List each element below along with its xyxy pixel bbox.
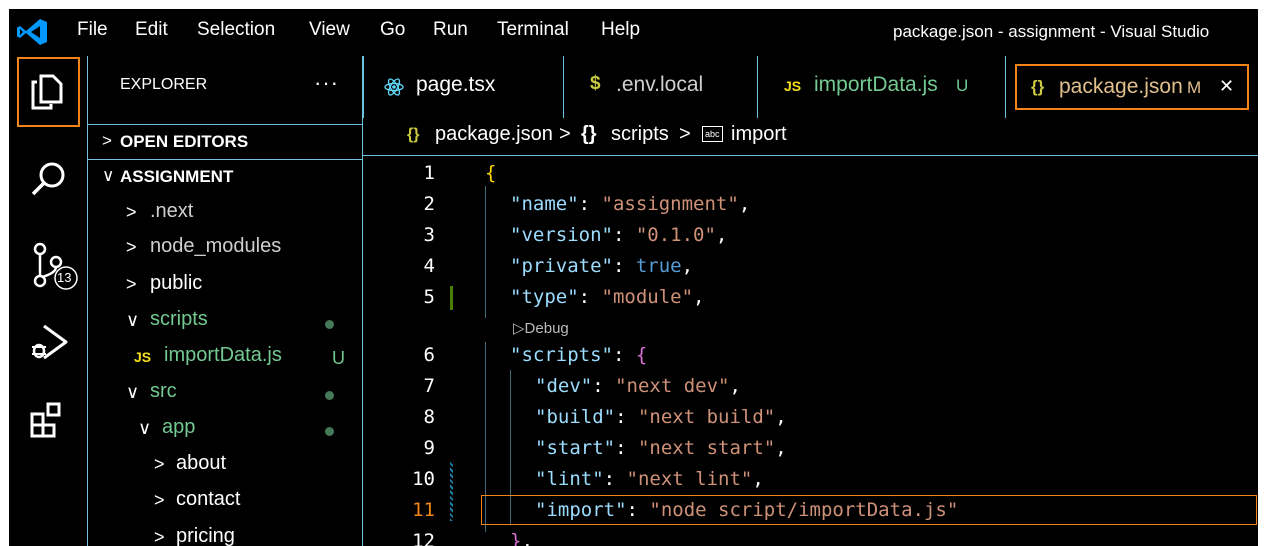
menu-edit[interactable]: Edit bbox=[135, 19, 168, 41]
code-line-7: "dev": "next dev", bbox=[535, 375, 741, 397]
code-editor[interactable]: 1 2 3 4 5 6 7 8 9 10 11 12 { "name": "as… bbox=[363, 156, 1258, 546]
line-number: 10 bbox=[412, 468, 435, 490]
tab-env-local[interactable]: $ .env.local bbox=[564, 56, 758, 118]
activity-bar: 13 bbox=[9, 56, 88, 546]
chevron-right-icon: > bbox=[154, 490, 165, 510]
open-editors-label: OPEN EDITORS bbox=[120, 132, 249, 151]
activity-search[interactable] bbox=[9, 148, 87, 208]
line-number: 12 bbox=[412, 530, 435, 546]
menu-view[interactable]: View bbox=[309, 19, 350, 41]
untracked-badge: U bbox=[956, 76, 969, 95]
git-modified-gutter bbox=[450, 286, 453, 310]
breadcrumb-import[interactable]: import bbox=[731, 123, 787, 146]
json-braces-icon: {} bbox=[1031, 77, 1045, 96]
folder-label: ASSIGNMENT bbox=[120, 167, 234, 186]
json-braces-icon: {} bbox=[407, 126, 420, 143]
react-icon bbox=[384, 78, 404, 96]
menu-help[interactable]: Help bbox=[601, 19, 640, 41]
activity-source-control[interactable]: 13 bbox=[9, 228, 87, 290]
js-file-icon: JS bbox=[134, 349, 152, 365]
line-number: 1 bbox=[423, 162, 435, 184]
code-line-10: "lint": "next lint", bbox=[535, 468, 764, 490]
code-line-1: { bbox=[485, 162, 497, 184]
line-number: 7 bbox=[423, 375, 435, 397]
line-number-active: 11 bbox=[412, 499, 435, 521]
source-control-icon bbox=[33, 242, 78, 290]
indent-guide bbox=[485, 186, 486, 318]
play-icon: ▷ bbox=[513, 320, 525, 337]
modified-dot-icon bbox=[325, 320, 334, 329]
modified-badge: M bbox=[1187, 78, 1202, 97]
explorer-sidebar: EXPLORER ··· > OPEN EDITORS ∨ ASSIGNMENT… bbox=[88, 56, 363, 546]
chevron-right-icon: > bbox=[126, 274, 137, 294]
extensions-icon bbox=[30, 402, 61, 438]
line-number: 8 bbox=[423, 406, 435, 428]
line-number: 4 bbox=[423, 255, 435, 277]
line-number: 6 bbox=[423, 344, 435, 366]
menu-file[interactable]: File bbox=[77, 19, 108, 41]
line-number: 2 bbox=[423, 193, 435, 215]
code-line-5: "type": "module", bbox=[510, 286, 705, 308]
modified-dot-icon bbox=[325, 391, 334, 400]
line-number: 3 bbox=[423, 224, 435, 246]
assignment-folder-section[interactable]: ∨ ASSIGNMENT bbox=[88, 160, 362, 192]
js-file-icon: JS bbox=[784, 78, 802, 94]
run-debug-icon bbox=[32, 324, 68, 360]
explorer-title: EXPLORER bbox=[120, 76, 208, 93]
menu-terminal[interactable]: Terminal bbox=[497, 19, 569, 41]
search-icon bbox=[31, 162, 65, 196]
code-line-2: "name": "assignment", bbox=[510, 193, 751, 215]
code-line-6: "scripts": { bbox=[510, 344, 648, 366]
window-title: package.json - assignment - Visual Studi… bbox=[893, 22, 1210, 41]
activity-explorer[interactable] bbox=[17, 57, 80, 127]
code-line-4: "private": true, bbox=[510, 255, 694, 277]
code-line-9: "start": "next start", bbox=[535, 437, 787, 459]
untracked-badge: U bbox=[332, 348, 345, 368]
line-number: 9 bbox=[423, 437, 435, 459]
modified-dot-icon bbox=[325, 427, 334, 436]
title-bar: File Edit Selection View Go Run Terminal… bbox=[9, 9, 1258, 54]
code-line-8: "build": "next build", bbox=[535, 406, 787, 428]
chevron-down-icon: ∨ bbox=[102, 166, 115, 185]
menu-go[interactable]: Go bbox=[380, 19, 405, 41]
open-editors-section[interactable]: > OPEN EDITORS bbox=[88, 124, 362, 160]
menu-run[interactable]: Run bbox=[433, 19, 468, 41]
breadcrumb-file[interactable]: package.json bbox=[435, 123, 553, 146]
menu-selection[interactable]: Selection bbox=[197, 19, 275, 41]
tab-package-json[interactable]: {} package.json M ✕ bbox=[1015, 64, 1249, 110]
breadcrumb-separator: > bbox=[679, 123, 691, 145]
code-line-3: "version": "0.1.0", bbox=[510, 224, 728, 246]
string-icon: abc bbox=[702, 126, 723, 142]
chevron-right-icon: > bbox=[126, 202, 137, 222]
chevron-right-icon: > bbox=[126, 237, 137, 257]
breadcrumb-separator: > bbox=[559, 123, 571, 145]
close-icon[interactable]: ✕ bbox=[1219, 76, 1234, 97]
debug-codelens[interactable]: ▷Debug bbox=[513, 319, 569, 337]
editor-tab-bar: page.tsx $ .env.local JS importData.js U… bbox=[363, 56, 1258, 118]
line-number: 5 bbox=[423, 286, 435, 308]
code-line-12: }, bbox=[510, 530, 533, 546]
vscode-window: File Edit Selection View Go Run Terminal… bbox=[9, 9, 1258, 546]
chevron-down-icon: ∨ bbox=[126, 382, 140, 402]
vscode-logo-icon[interactable] bbox=[15, 18, 49, 46]
chevron-right-icon: > bbox=[154, 454, 165, 474]
chevron-right-icon: > bbox=[154, 527, 165, 546]
tab-importdata-js[interactable]: JS importData.js U bbox=[758, 56, 1006, 118]
breadcrumb-scripts[interactable]: scripts bbox=[611, 123, 669, 146]
env-file-icon: $ bbox=[590, 73, 601, 94]
source-control-badge: 13 bbox=[57, 270, 72, 285]
more-actions-icon[interactable]: ··· bbox=[314, 70, 339, 96]
files-icon bbox=[31, 74, 63, 110]
activity-run-debug[interactable] bbox=[9, 308, 87, 368]
tab-page-tsx[interactable]: page.tsx bbox=[363, 56, 564, 118]
breadcrumb: {} package.json > {} scripts > abc impor… bbox=[363, 119, 1258, 156]
activity-extensions[interactable] bbox=[9, 388, 87, 448]
chevron-down-icon: ∨ bbox=[126, 310, 140, 330]
git-changed-gutter bbox=[450, 461, 453, 521]
braces-icon: {} bbox=[581, 123, 597, 145]
chevron-down-icon: ∨ bbox=[138, 418, 152, 438]
chevron-right-icon: > bbox=[102, 131, 112, 150]
code-line-11: "import": "node script/importData.js" bbox=[535, 499, 959, 521]
